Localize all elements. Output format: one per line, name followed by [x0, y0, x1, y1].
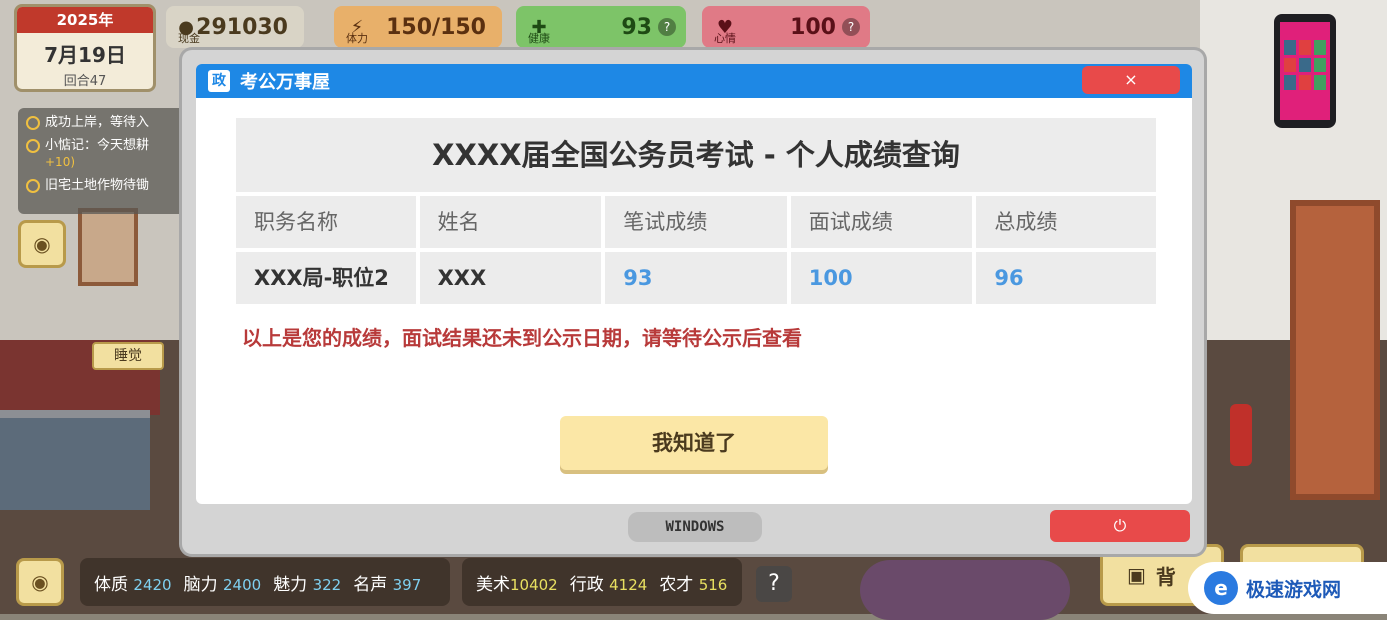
date-label: 7月19日 — [44, 43, 126, 67]
attr-charm: 魅力 322 — [273, 574, 342, 595]
help-button[interactable]: ? — [756, 566, 792, 602]
header-position: 职务名称 — [236, 196, 416, 248]
bed[interactable] — [0, 410, 150, 510]
watermark-text: 极速游戏网 — [1246, 578, 1342, 601]
header-name: 姓名 — [419, 196, 602, 248]
task-text: 小惦记：今天想耕 — [45, 138, 150, 153]
health-help-icon[interactable]: ? — [658, 18, 676, 36]
task-status-icon — [26, 116, 40, 130]
acknowledge-button[interactable]: 我知道了 — [560, 416, 828, 470]
attribute-bar: 体质 2420 脑力 2400 魅力 322 名声 397 — [80, 558, 450, 606]
attr-intellect: 脑力 2400 — [183, 574, 262, 595]
year-label: 2025年 — [17, 7, 153, 33]
task-text-wrap: 小惦记：今天想耕 +10) — [45, 137, 149, 171]
mood-value: 100 — [790, 14, 836, 40]
cell-position: XXX局-职位2 — [236, 252, 416, 304]
cash-label: 现金 — [178, 32, 200, 45]
watermark: e 极速游戏网 — [1188, 562, 1387, 614]
door[interactable] — [1290, 200, 1380, 500]
phone-screen — [1280, 22, 1330, 120]
bag-icon: ▣ — [1127, 563, 1146, 587]
phone-button[interactable] — [1274, 14, 1336, 128]
task-text: 成功上岸，等待入 — [45, 115, 150, 130]
energy-value: 150/150 — [386, 14, 486, 40]
health-stat: ✚ 健康 93 ? — [516, 6, 686, 48]
skill-farming: 农才 516 — [659, 574, 728, 595]
health-label: 健康 — [528, 32, 550, 45]
attr-fame: 名声 397 — [353, 574, 422, 595]
app-window: 政 考公万事屋 × XXXX届全国公务员考试 - 个人成绩查询 职务名称 姓名 … — [182, 50, 1204, 554]
energy-label: 体力 — [346, 32, 368, 45]
task-status-icon — [26, 139, 40, 153]
task-text: 旧宅土地作物待锄 — [45, 178, 150, 193]
eye-icon: ◉ — [31, 570, 49, 594]
rug — [860, 560, 1070, 620]
date-card: 2025年 7月19日 回合47 — [14, 4, 156, 92]
skill-bar: 美术10402 行政 4124 农才 516 — [462, 558, 742, 606]
fire-extinguisher — [1230, 404, 1252, 466]
bottom-view-button[interactable]: ◉ — [16, 558, 64, 606]
task-list[interactable]: 成功上岸，等待入 小惦记：今天想耕 +10) 旧宅土地作物待锄 — [18, 108, 193, 214]
view-toggle-button[interactable]: ◉ — [18, 220, 66, 268]
round-label: 回合47 — [63, 74, 107, 89]
attr-constitution: 体质 2420 — [94, 574, 172, 595]
mood-help-icon[interactable]: ? — [842, 18, 860, 36]
cell-total-score: 96 — [976, 252, 1156, 304]
task-reward: +10) — [45, 155, 76, 169]
cash-value: 291030 — [196, 14, 288, 40]
window-content: XXXX届全国公务员考试 - 个人成绩查询 职务名称 姓名 笔试成绩 面试成绩 … — [196, 98, 1192, 504]
window-titlebar[interactable]: 政 考公万事屋 × — [196, 64, 1192, 98]
task-item[interactable]: 成功上岸，等待入 — [26, 114, 185, 131]
task-item[interactable]: 旧宅土地作物待锄 — [26, 177, 185, 194]
cell-name: XXX — [419, 252, 602, 304]
energy-stat: ⚡ 体力 150/150 — [334, 6, 502, 48]
eye-icon: ◉ — [33, 232, 51, 256]
table-row: XXX局-职位2 XXX 93 100 96 — [236, 252, 1156, 304]
skill-art: 美术10402 — [476, 574, 558, 595]
mood-label: 心情 — [714, 32, 736, 45]
header-interview-score: 面试成绩 — [790, 196, 973, 248]
window-title: 考公万事屋 — [240, 72, 330, 93]
skill-admin: 行政 4124 — [569, 574, 648, 595]
cash-stat: ● 现金 291030 — [166, 6, 304, 48]
result-notice: 以上是您的成绩，面试结果还未到公示日期，请等待公示后查看 — [242, 326, 802, 350]
power-button[interactable]: ⏻ — [1050, 510, 1190, 542]
sleep-label[interactable]: 睡觉 — [92, 342, 164, 370]
task-status-icon — [26, 179, 40, 193]
mood-stat: ♥ 心情 100 ? — [702, 6, 870, 48]
health-value: 93 — [621, 14, 652, 40]
windows-taskbar-label[interactable]: WINDOWS — [628, 512, 762, 542]
bag-label: 背 — [1155, 564, 1176, 589]
header-written-score: 笔试成绩 — [605, 196, 787, 248]
watermark-logo-icon: e — [1204, 571, 1238, 605]
cell-written-score: 93 — [605, 252, 787, 304]
power-icon: ⏻ — [1113, 516, 1127, 535]
close-button[interactable]: × — [1082, 66, 1180, 94]
wall-painting — [78, 208, 138, 286]
task-item[interactable]: 小惦记：今天想耕 +10) — [26, 137, 185, 171]
table-header-row: 职务名称 姓名 笔试成绩 面试成绩 总成绩 — [236, 196, 1156, 248]
score-table: XXXX届全国公务员考试 - 个人成绩查询 职务名称 姓名 笔试成绩 面试成绩 … — [236, 118, 1156, 304]
app-icon: 政 — [208, 70, 230, 92]
cell-interview-score: 100 — [790, 252, 973, 304]
table-title: XXXX届全国公务员考试 - 个人成绩查询 — [236, 118, 1156, 192]
header-total-score: 总成绩 — [976, 196, 1156, 248]
